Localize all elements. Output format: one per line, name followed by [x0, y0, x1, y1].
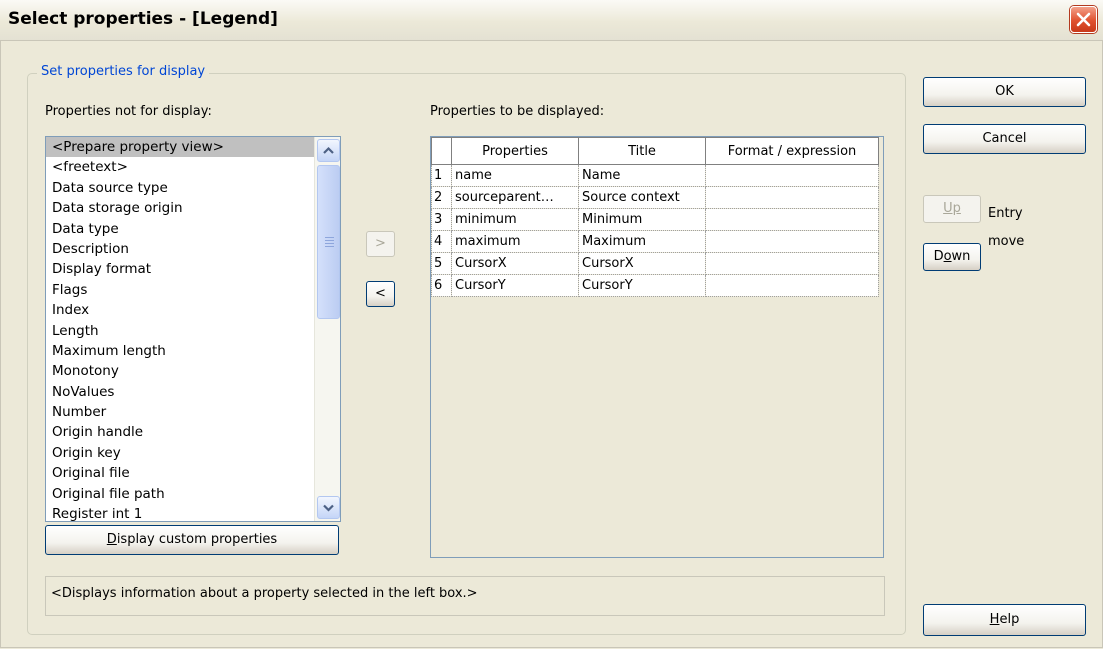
list-item[interactable]: Origin key: [46, 443, 314, 463]
close-icon: [1076, 12, 1091, 27]
properties-not-for-display-list[interactable]: <Prepare property view> <freetext> Data so…: [45, 136, 341, 522]
cell-format[interactable]: [705, 164, 879, 187]
cell-title[interactable]: CursorX: [578, 252, 706, 275]
cell-title[interactable]: CursorY: [578, 274, 706, 297]
cell-title[interactable]: Maximum: [578, 230, 706, 253]
chevron-down-icon: [323, 504, 334, 512]
cell-format[interactable]: [705, 274, 879, 297]
cell-title[interactable]: Source context: [578, 186, 706, 209]
list-item[interactable]: Length: [46, 321, 314, 341]
remove-from-display-button[interactable]: <: [366, 281, 395, 307]
table-body: 1 name Name 2 sourceparent… Source context 3 mi…: [431, 164, 879, 297]
list-item[interactable]: NoValues: [46, 382, 314, 402]
list-item[interactable]: Original file: [46, 463, 314, 483]
info-text: <Displays information about a property s…: [51, 586, 478, 601]
list-item[interactable]: Maximum length: [46, 341, 314, 361]
row-number: 5: [431, 252, 452, 275]
help-mnemonic: H: [989, 612, 1000, 627]
row-number: 1: [431, 164, 452, 187]
cell-property[interactable]: name: [451, 164, 579, 187]
cell-format[interactable]: [705, 252, 879, 275]
window-title: Select properties - [Legend]: [8, 9, 278, 29]
row-number: 3: [431, 208, 452, 231]
move-up-button[interactable]: Up: [923, 195, 981, 223]
row-number: 4: [431, 230, 452, 253]
row-number: 6: [431, 274, 452, 297]
list-item[interactable]: Data type: [46, 219, 314, 239]
list-item[interactable]: Register int 1: [46, 504, 314, 521]
groupbox-label: Set properties for display: [37, 64, 210, 79]
help-button[interactable]: Help: [923, 604, 1086, 636]
column-header-format[interactable]: Format / expression: [705, 137, 879, 165]
table-row[interactable]: 3 minimum Minimum: [431, 208, 879, 231]
entry-label: Entry: [988, 206, 1023, 221]
list-item[interactable]: Monotony: [46, 361, 314, 381]
cell-format[interactable]: [705, 186, 879, 209]
down-label-end: wn: [951, 249, 971, 264]
up-label: Up: [943, 201, 961, 216]
down-mnemonic: o: [943, 249, 952, 264]
cell-format[interactable]: [705, 208, 879, 231]
properties-table: Properties Title Format / expression 1 na…: [431, 137, 879, 297]
custom-label: isplay custom properties: [116, 532, 278, 547]
row-number-header: [431, 137, 452, 165]
table-row[interactable]: 6 CursorY CursorY: [431, 274, 879, 297]
scroll-grip-icon: [325, 237, 334, 249]
list-item[interactable]: Data storage origin: [46, 198, 314, 218]
cell-property[interactable]: minimum: [451, 208, 579, 231]
table-header-row: Properties Title Format / expression: [431, 137, 879, 165]
display-custom-properties-button[interactable]: Display custom properties: [45, 525, 339, 555]
add-to-display-button[interactable]: >: [366, 231, 395, 257]
title-bar[interactable]: Select properties - [Legend]: [0, 0, 1103, 41]
cell-property[interactable]: sourceparent…: [451, 186, 579, 209]
move-down-button[interactable]: Down: [923, 243, 981, 271]
list-item[interactable]: Display format: [46, 259, 314, 279]
chevron-up-icon: [323, 146, 334, 154]
vertical-scrollbar[interactable]: [314, 137, 340, 521]
help-label: elp: [999, 612, 1020, 627]
custom-mnemonic: D: [106, 532, 117, 547]
row-number: 2: [431, 186, 452, 209]
list-item[interactable]: Flags: [46, 280, 314, 300]
close-button[interactable]: [1070, 6, 1097, 33]
cell-property[interactable]: CursorX: [451, 252, 579, 275]
table-row[interactable]: 1 name Name: [431, 164, 879, 187]
table-row[interactable]: 2 sourceparent… Source context: [431, 186, 879, 209]
list-item[interactable]: Origin handle: [46, 422, 314, 442]
scroll-up-button[interactable]: [317, 139, 340, 162]
list-item[interactable]: Number: [46, 402, 314, 422]
cell-title[interactable]: Minimum: [578, 208, 706, 231]
scroll-down-button[interactable]: [317, 496, 340, 519]
move-label: move: [988, 234, 1025, 249]
cell-format[interactable]: [705, 230, 879, 253]
list-item[interactable]: Data source type: [46, 178, 314, 198]
list-item[interactable]: Index: [46, 300, 314, 320]
properties-to-display-grid[interactable]: Properties Title Format / expression 1 na…: [430, 136, 884, 558]
property-info-box: <Displays information about a property s…: [45, 576, 885, 616]
column-header-properties[interactable]: Properties: [451, 137, 579, 165]
scroll-thumb[interactable]: [317, 165, 340, 319]
list-items: <Prepare property view> <freetext> Data so…: [46, 137, 314, 521]
column-header-title[interactable]: Title: [578, 137, 706, 165]
cell-title[interactable]: Name: [578, 164, 706, 187]
left-list-label: Properties not for display:: [45, 104, 212, 119]
list-item[interactable]: Description: [46, 239, 314, 259]
list-item[interactable]: <Prepare property view>: [46, 137, 314, 158]
table-row[interactable]: 5 CursorX CursorX: [431, 252, 879, 275]
table-row[interactable]: 4 maximum Maximum: [431, 230, 879, 253]
cell-property[interactable]: CursorY: [451, 274, 579, 297]
list-item[interactable]: Original file path: [46, 484, 314, 504]
cell-property[interactable]: maximum: [451, 230, 579, 253]
down-label-start: D: [933, 249, 944, 264]
list-item[interactable]: <freetext>: [46, 157, 314, 177]
ok-button[interactable]: OK: [923, 77, 1086, 107]
right-table-label: Properties to be displayed:: [430, 104, 605, 119]
cancel-button[interactable]: Cancel: [923, 124, 1086, 154]
